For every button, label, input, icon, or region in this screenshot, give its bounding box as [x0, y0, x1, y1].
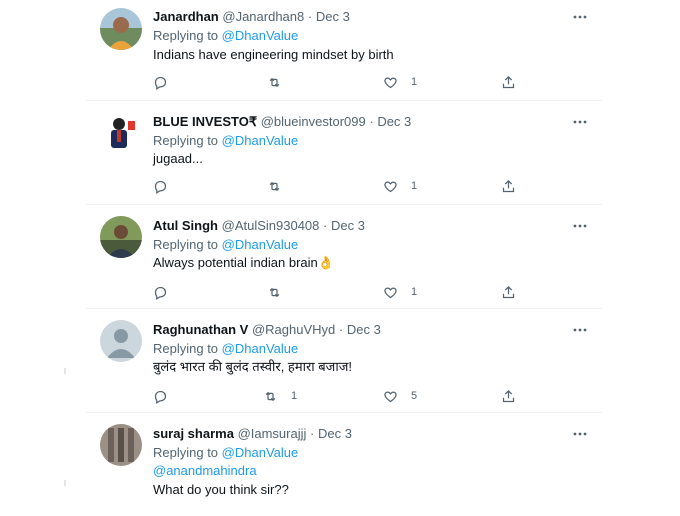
- tweet[interactable]: Janardhan @Janardhan8 · Dec 3 Replying t…: [86, 0, 602, 101]
- heart-icon: [384, 286, 397, 298]
- like-button[interactable]: 1: [383, 178, 417, 194]
- tweet[interactable]: suraj sharma @Iamsurajjj · Dec 3 Replyin…: [86, 416, 602, 516]
- display-name[interactable]: BLUE INVESTO₹: [153, 114, 257, 129]
- tweet-date[interactable]: Dec 3: [316, 9, 350, 24]
- more-icon[interactable]: [572, 9, 588, 25]
- avatar[interactable]: [100, 216, 142, 258]
- replying-to-link[interactable]: @DhanValue: [222, 341, 299, 356]
- like-button[interactable]: 1: [383, 284, 417, 300]
- display-name[interactable]: suraj sharma: [153, 426, 234, 441]
- heart-icon: [384, 390, 397, 402]
- tweet-actions: 1 5: [153, 388, 533, 404]
- divider: [64, 368, 66, 374]
- user-handle[interactable]: @Iamsurajjj: [238, 426, 307, 441]
- reply-button[interactable]: [153, 284, 181, 300]
- more-icon[interactable]: [572, 114, 588, 130]
- replying-to-link[interactable]: @DhanValue: [222, 445, 299, 460]
- more-icon[interactable]: [572, 218, 588, 234]
- share-button[interactable]: [501, 178, 516, 194]
- tweet[interactable]: BLUE INVESTO₹ @blueinvestor099 · Dec 3 R…: [86, 104, 602, 205]
- retweet-button[interactable]: [267, 178, 295, 194]
- share-icon: [502, 75, 515, 88]
- tweet-text: बुलंद भारत की बुलंद तस्वीर, हमारा बजाज!: [153, 359, 352, 374]
- tweet[interactable]: Raghunathan V @RaghuVHyd · Dec 3 Replyin…: [86, 312, 602, 413]
- retweet-button[interactable]: [267, 284, 295, 300]
- user-handle[interactable]: @AtulSin930408: [222, 218, 320, 233]
- replying-to: Replying to @DhanValue: [153, 28, 299, 43]
- tweet[interactable]: Atul Singh @AtulSin930408 · Dec 3 Replyi…: [86, 208, 602, 309]
- tweet-text: What do you think sir??: [153, 482, 289, 497]
- user-handle[interactable]: @Janardhan8: [222, 9, 304, 24]
- divider: [64, 480, 66, 486]
- display-name[interactable]: Atul Singh: [153, 218, 218, 233]
- reply-button[interactable]: [153, 178, 181, 194]
- like-button[interactable]: 5: [383, 388, 417, 404]
- share-button[interactable]: [501, 388, 516, 404]
- tweet-text: Indians have engineering mindset by birt…: [153, 47, 394, 62]
- replying-to: Replying to @DhanValue: [153, 445, 299, 460]
- mention-link[interactable]: @anandmahindra: [153, 463, 257, 479]
- heart-icon: [384, 76, 397, 88]
- share-icon: [502, 285, 515, 298]
- reply-icon: [154, 286, 167, 300]
- tweet-date[interactable]: Dec 3: [318, 426, 352, 441]
- avatar[interactable]: [100, 8, 142, 50]
- replying-to: Replying to @DhanValue: [153, 341, 299, 356]
- heart-icon: [384, 180, 397, 192]
- separator: ·: [310, 426, 315, 441]
- separator: ·: [323, 218, 328, 233]
- tweet-actions: 1: [153, 74, 533, 90]
- retweet-icon: [269, 77, 280, 87]
- separator: ·: [338, 322, 344, 337]
- share-button[interactable]: [501, 74, 516, 90]
- retweet-icon: [269, 181, 280, 191]
- share-button[interactable]: [501, 284, 516, 300]
- retweet-icon: [269, 287, 280, 297]
- replying-to: Replying to @DhanValue: [153, 237, 299, 252]
- reply-icon: [154, 390, 167, 404]
- replying-to-link[interactable]: @DhanValue: [222, 28, 299, 43]
- avatar[interactable]: [100, 112, 142, 154]
- avatar[interactable]: [100, 424, 142, 466]
- retweet-button[interactable]: [267, 74, 295, 90]
- tweet-text: Always potential indian brain👌: [153, 255, 334, 270]
- like-button[interactable]: 1: [383, 74, 417, 90]
- retweet-icon: [265, 391, 276, 401]
- share-icon: [502, 179, 515, 192]
- replying-to-link[interactable]: @DhanValue: [222, 133, 299, 148]
- replying-to-link[interactable]: @DhanValue: [222, 237, 299, 252]
- separator: ·: [307, 9, 313, 24]
- reply-button[interactable]: [153, 74, 181, 90]
- display-name[interactable]: Raghunathan V: [153, 322, 248, 337]
- reply-feed: Janardhan @Janardhan8 · Dec 3 Replying t…: [86, 0, 602, 510]
- replying-to: Replying to @DhanValue: [153, 133, 299, 148]
- tweet-text: jugaad...: [153, 151, 203, 166]
- avatar[interactable]: [100, 320, 142, 362]
- user-handle[interactable]: @blueinvestor099: [261, 114, 366, 129]
- reply-icon: [154, 76, 167, 90]
- tweet-actions: 1: [153, 178, 533, 194]
- more-icon[interactable]: [572, 426, 588, 442]
- tweet-date[interactable]: Dec 3: [331, 218, 365, 233]
- user-handle[interactable]: @RaghuVHyd: [252, 322, 335, 337]
- reply-icon: [154, 180, 167, 194]
- retweet-button[interactable]: 1: [263, 388, 297, 404]
- more-icon[interactable]: [572, 322, 588, 338]
- tweet-date[interactable]: Dec 3: [377, 114, 411, 129]
- share-icon: [502, 389, 515, 402]
- tweet-actions: 1: [153, 284, 533, 300]
- display-name[interactable]: Janardhan: [153, 9, 219, 24]
- reply-button[interactable]: [153, 388, 181, 404]
- separator: ·: [369, 114, 374, 129]
- tweet-date[interactable]: Dec 3: [347, 322, 381, 337]
